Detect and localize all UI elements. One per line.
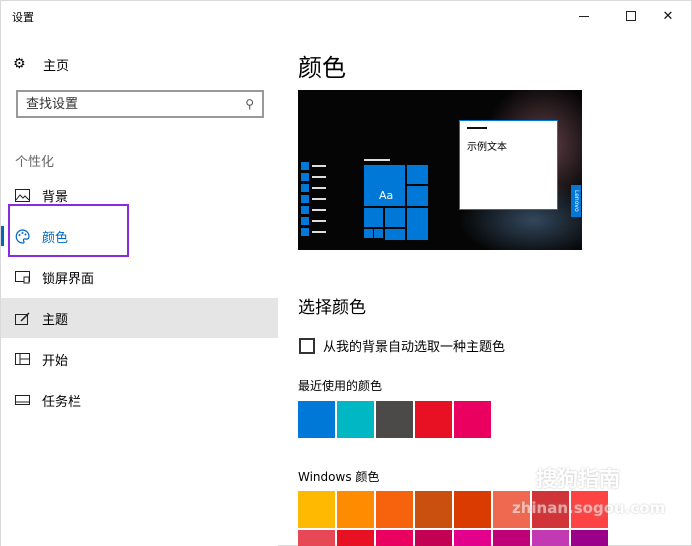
sidebar: ⚙ 主页 ⚲ 个性化 背景 颜色 锁屏界面 <box>1 31 278 546</box>
color-swatch[interactable] <box>532 491 569 528</box>
sidebar-item-background[interactable]: 背景 <box>1 175 278 215</box>
sidebar-item-themes[interactable]: 主题 <box>1 298 278 338</box>
windows-colors-label: Windows 颜色 <box>298 470 380 484</box>
color-swatch-row <box>298 491 618 528</box>
sidebar-item-lock-screen[interactable]: 锁屏界面 <box>1 257 278 297</box>
tile-preview: Aa <box>364 165 405 206</box>
color-swatch[interactable] <box>454 401 491 438</box>
sample-window-titlebar <box>467 127 487 129</box>
sidebar-item-start[interactable]: 开始 <box>1 339 278 379</box>
home-label: 主页 <box>43 58 70 74</box>
section-label-personalization: 个性化 <box>15 155 55 170</box>
auto-pick-label: 从我的背景自动选取一种主题色 <box>323 340 506 355</box>
sidebar-item-label: 主题 <box>42 312 69 328</box>
lockscreen-icon <box>14 269 30 285</box>
auto-pick-accent-option[interactable]: 从我的背景自动选取一种主题色 <box>299 336 505 355</box>
settings-window: 设置 ✕ ⚙ 主页 ⚲ 个性化 背景 颜色 <box>0 0 692 546</box>
picture-icon <box>14 187 30 203</box>
main-content: 颜色 Aa 示例文本 Lenovo 选择颜色 从我的背景自动选取一种主题色 最近… <box>278 31 691 546</box>
tile-preview <box>407 186 428 206</box>
search-input[interactable] <box>26 95 236 113</box>
recent-colors-label: 最近使用的颜色 <box>298 379 383 393</box>
tile-preview <box>385 229 405 240</box>
title-bar[interactable]: 设置 ✕ <box>1 1 691 31</box>
color-swatch[interactable] <box>454 491 491 528</box>
sample-window: 示例文本 <box>459 120 558 210</box>
taskbar-icon <box>14 392 30 408</box>
color-swatch[interactable] <box>493 530 530 546</box>
windows-colors-grid <box>298 491 618 546</box>
gear-icon: ⚙ <box>13 56 26 72</box>
choose-color-heading: 选择颜色 <box>298 298 366 318</box>
color-swatch[interactable] <box>337 401 374 438</box>
tiles-header-line <box>364 159 390 161</box>
palette-icon <box>14 228 30 244</box>
tile-preview <box>374 229 383 238</box>
color-swatch[interactable] <box>415 530 452 546</box>
color-swatch[interactable] <box>415 491 452 528</box>
color-swatch[interactable] <box>376 401 413 438</box>
sidebar-item-colors[interactable]: 颜色 <box>1 216 278 256</box>
tile-preview <box>364 208 383 227</box>
color-swatch[interactable] <box>376 530 413 546</box>
window-title: 设置 <box>12 11 34 24</box>
lenovo-tab: Lenovo <box>571 185 581 217</box>
selection-indicator <box>1 226 4 246</box>
sogou-logo-icon: S <box>504 463 530 489</box>
sidebar-item-label: 任务栏 <box>42 394 82 410</box>
search-box[interactable]: ⚲ <box>16 90 264 118</box>
color-swatch[interactable] <box>376 491 413 528</box>
search-icon[interactable]: ⚲ <box>245 97 254 111</box>
close-button[interactable]: ✕ <box>645 1 691 31</box>
color-swatch[interactable] <box>493 491 530 528</box>
color-swatch[interactable] <box>337 491 374 528</box>
theme-brush-icon <box>14 310 30 326</box>
color-swatch[interactable] <box>454 530 491 546</box>
start-grid-icon <box>14 351 30 367</box>
watermark-brand: 搜狗指南 <box>536 467 620 491</box>
color-swatch[interactable] <box>571 491 608 528</box>
color-swatch[interactable] <box>298 530 335 546</box>
color-swatch[interactable] <box>298 491 335 528</box>
tile-preview <box>407 208 428 240</box>
color-swatch[interactable] <box>415 401 452 438</box>
color-preview: Aa 示例文本 Lenovo <box>298 90 582 250</box>
close-icon: ✕ <box>662 8 674 24</box>
home-link[interactable]: ⚙ 主页 <box>13 53 69 75</box>
color-swatch[interactable] <box>298 401 335 438</box>
minimize-icon <box>579 15 589 17</box>
color-swatch-row <box>298 530 618 546</box>
tile-preview <box>385 208 405 227</box>
sidebar-item-label: 颜色 <box>42 230 69 246</box>
page-title: 颜色 <box>298 54 346 82</box>
color-swatch[interactable] <box>532 530 569 546</box>
maximize-icon <box>626 11 636 21</box>
sidebar-item-label: 锁屏界面 <box>42 271 95 287</box>
sidebar-item-taskbar[interactable]: 任务栏 <box>1 380 278 420</box>
start-menu-list-preview <box>301 162 329 242</box>
auto-pick-checkbox[interactable] <box>299 337 315 354</box>
color-swatch[interactable] <box>337 530 374 546</box>
tile-preview <box>407 165 428 184</box>
minimize-button[interactable] <box>561 1 607 31</box>
sample-text: 示例文本 <box>467 142 507 153</box>
sidebar-item-label: 背景 <box>42 189 69 205</box>
color-swatch[interactable] <box>571 530 608 546</box>
sidebar-item-label: 开始 <box>42 353 69 369</box>
recent-colors <box>298 401 493 438</box>
tile-preview <box>364 229 373 238</box>
